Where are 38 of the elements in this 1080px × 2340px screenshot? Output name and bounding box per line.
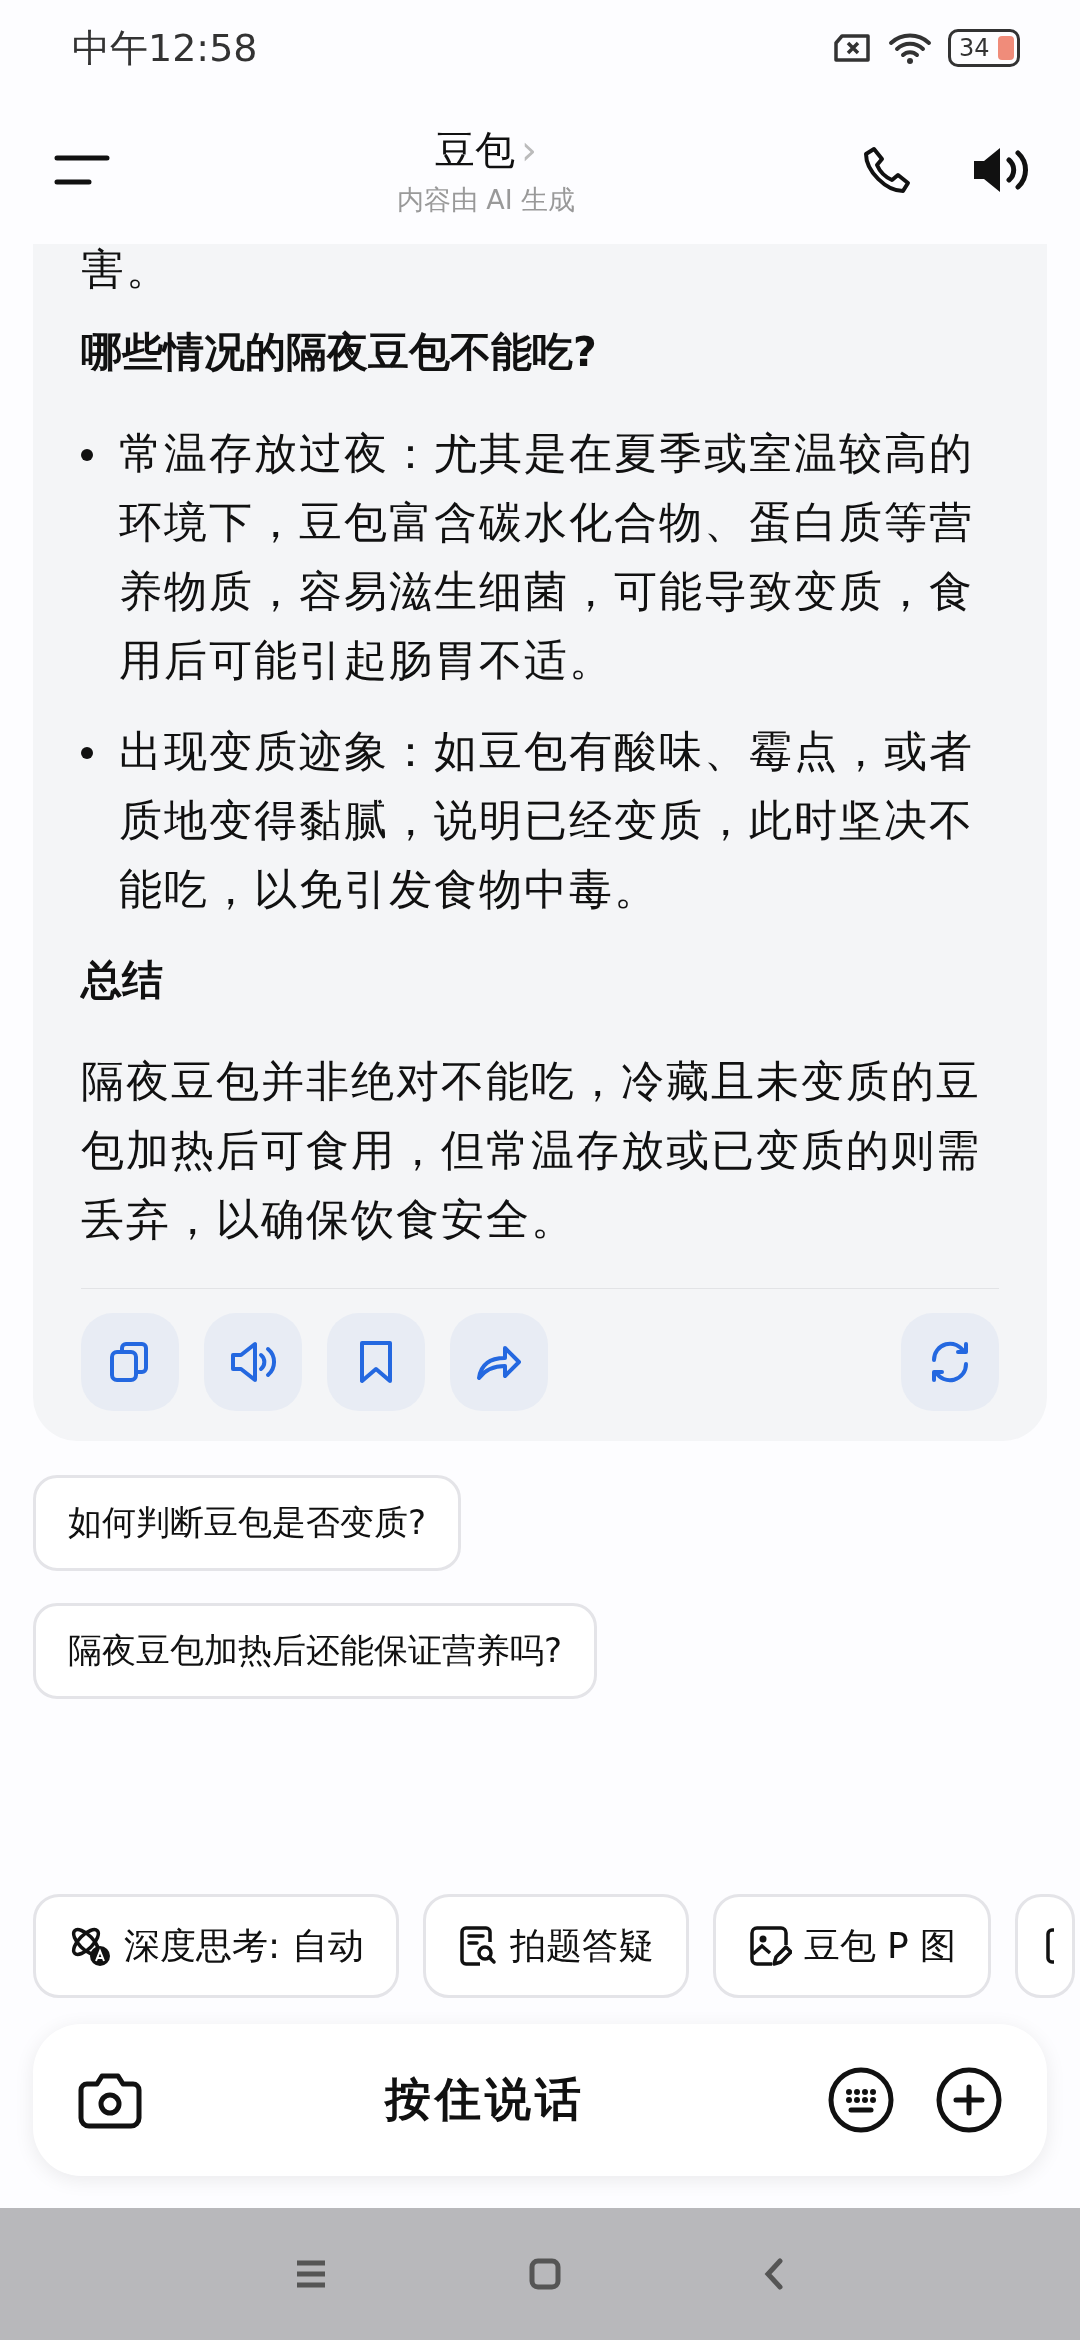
home-icon[interactable] <box>528 2257 562 2291</box>
chevron-icon: › <box>521 127 537 173</box>
ai-notice: 内容由 AI 生成 <box>396 182 576 217</box>
regenerate-button[interactable] <box>901 1313 999 1411</box>
voice-input-bar[interactable]: 按住说话 <box>33 2024 1047 2176</box>
bullet-text: 常温存放过夜：尤其是在夏季或室温较高的环境下，豆包富含碳水化合物、蛋白质等营养物质，容易滋生细菌，可能导致变质，食用后可能引起肠胃不适。 <box>119 427 975 687</box>
image-edit-icon <box>747 1924 792 1968</box>
chat-title[interactable]: 豆包 <box>435 122 515 178</box>
back-icon[interactable] <box>762 2256 786 2292</box>
tool-chip[interactable]: 深度思考: 自动 <box>33 1894 399 1998</box>
keyboard-icon[interactable] <box>827 2066 895 2134</box>
tool-chip[interactable] <box>1015 1894 1076 1998</box>
wifi-icon <box>888 31 932 65</box>
phone-icon[interactable] <box>862 145 912 195</box>
bullet-dot <box>81 747 93 759</box>
speaker-icon <box>229 1340 277 1384</box>
answer-paragraph: 害。 <box>81 244 172 294</box>
read-aloud-button[interactable] <box>204 1313 302 1411</box>
tool-chip[interactable]: 豆包 P 图 <box>712 1894 992 1998</box>
document-search-icon <box>457 1924 498 1968</box>
suggestion-chip[interactable]: 隔夜豆包加热后还能保证营养吗? <box>33 1603 598 1699</box>
add-icon[interactable] <box>935 2066 1003 2134</box>
status-time: 中午12:58 <box>72 24 258 72</box>
tool-chip[interactable]: 拍题答疑 <box>422 1894 689 1998</box>
answer-heading: 总结 <box>81 955 164 1006</box>
bookmark-button[interactable] <box>327 1313 425 1411</box>
answer-heading: 哪些情况的隔夜豆包不能吃? <box>81 327 598 378</box>
sim-off-icon <box>832 33 872 63</box>
bullet-text: 出现变质迹象：如豆包有酸味、霉点，或者质地变得黏腻，说明已经变质，此时坚决不能吃，以免引发食物中毒。 <box>119 725 975 916</box>
battery-indicator: 34 <box>948 29 1020 67</box>
bullet-dot <box>81 449 93 461</box>
answer-paragraph: 隔夜豆包并非绝对不能吃，冷藏且未变质的豆包加热后可食用，但常温存放或已变质的则需丢弃，以确保饮食安全。 <box>81 1055 982 1246</box>
share-button[interactable] <box>450 1313 548 1411</box>
menu-icon[interactable] <box>54 153 110 187</box>
suggestion-chip[interactable]: 如何判断豆包是否变质? <box>33 1475 462 1571</box>
recents-icon[interactable] <box>294 2259 328 2289</box>
hold-to-talk-label[interactable]: 按住说话 <box>183 2069 787 2131</box>
copy-button[interactable] <box>81 1313 179 1411</box>
